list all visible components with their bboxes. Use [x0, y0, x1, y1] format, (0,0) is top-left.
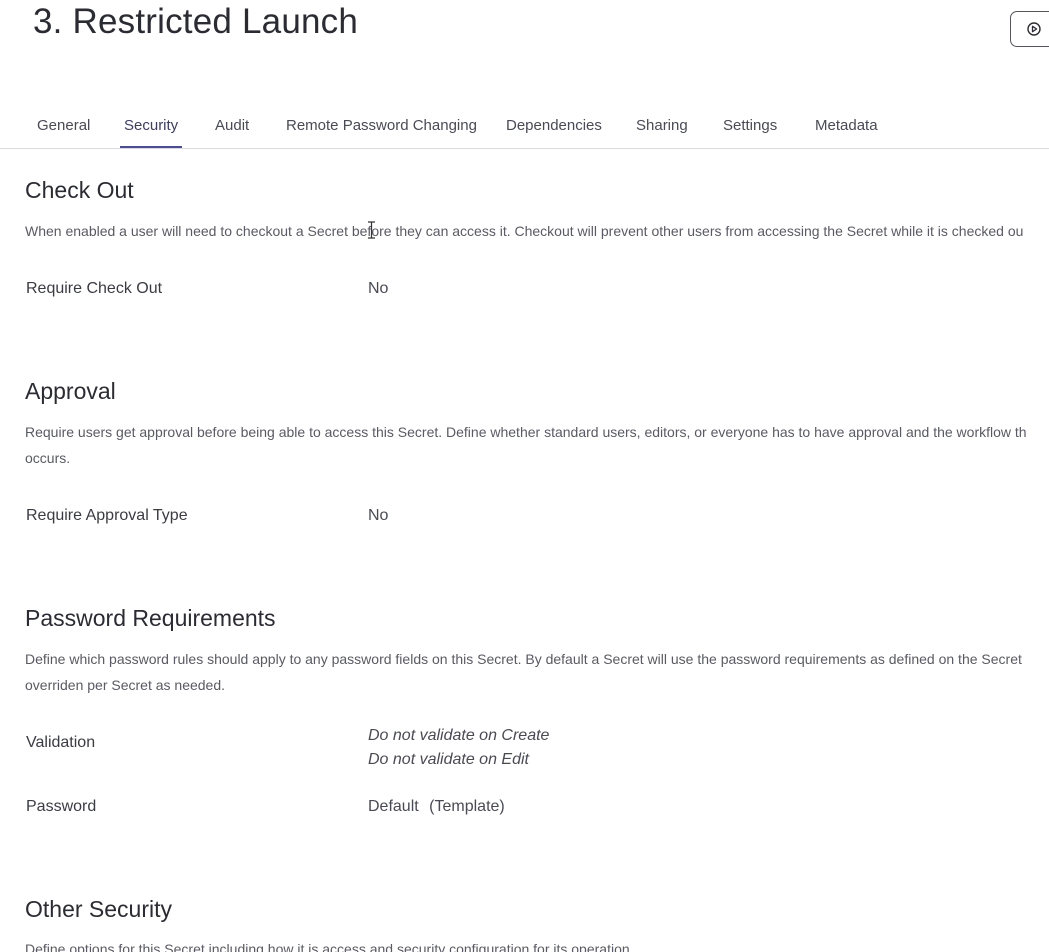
validation-value-create: Do not validate on Create	[368, 727, 550, 744]
password-value: Default (Template)	[368, 798, 505, 816]
text-cursor-icon	[368, 221, 375, 239]
password-rule-name: Default	[368, 798, 419, 815]
validation-label: Validation	[26, 734, 96, 751]
launch-button[interactable]	[1010, 11, 1049, 47]
page-title: 3. Restricted Launch	[33, 2, 359, 41]
password-requirements-section-title: Password Requirements	[25, 605, 276, 631]
approval-description-line1: Require users get approval before being …	[25, 424, 1027, 440]
play-circle-icon	[1027, 22, 1041, 36]
validation-value-edit: Do not validate on Edit	[368, 751, 529, 768]
password-rule-source: (Template)	[429, 798, 505, 815]
checkout-description: When enabled a user will need to checkou…	[25, 223, 1024, 239]
tab-audit[interactable]: Audit	[211, 104, 253, 148]
approval-description-line2: occurs.	[25, 450, 71, 466]
other-security-description: Define options for this Secret including…	[25, 941, 634, 952]
require-approval-label: Require Approval Type	[26, 507, 188, 524]
other-security-section-title: Other Security	[25, 896, 172, 922]
require-checkout-value: No	[368, 280, 389, 297]
password-requirements-description-line1: Define which password rules should apply…	[25, 651, 1022, 667]
approval-section-title: Approval	[25, 378, 116, 404]
tab-dependencies[interactable]: Dependencies	[502, 104, 606, 148]
secret-security-page: 3. Restricted Launch General Security Au…	[0, 0, 1049, 952]
password-requirements-description-line2: overriden per Secret as needed.	[25, 677, 226, 693]
tab-metadata[interactable]: Metadata	[811, 104, 882, 148]
tab-general[interactable]: General	[33, 104, 94, 148]
require-approval-value: No	[368, 507, 389, 524]
tab-security[interactable]: Security	[120, 104, 183, 148]
tab-sharing[interactable]: Sharing	[632, 104, 692, 148]
checkout-section-title: Check Out	[25, 177, 134, 203]
tab-remote-password-changing[interactable]: Remote Password Changing	[282, 104, 481, 148]
tab-bar: General Security Audit Remote Password C…	[0, 104, 1049, 149]
tab-settings[interactable]: Settings	[719, 104, 781, 148]
require-checkout-label: Require Check Out	[26, 280, 163, 297]
password-label: Password	[26, 798, 97, 815]
